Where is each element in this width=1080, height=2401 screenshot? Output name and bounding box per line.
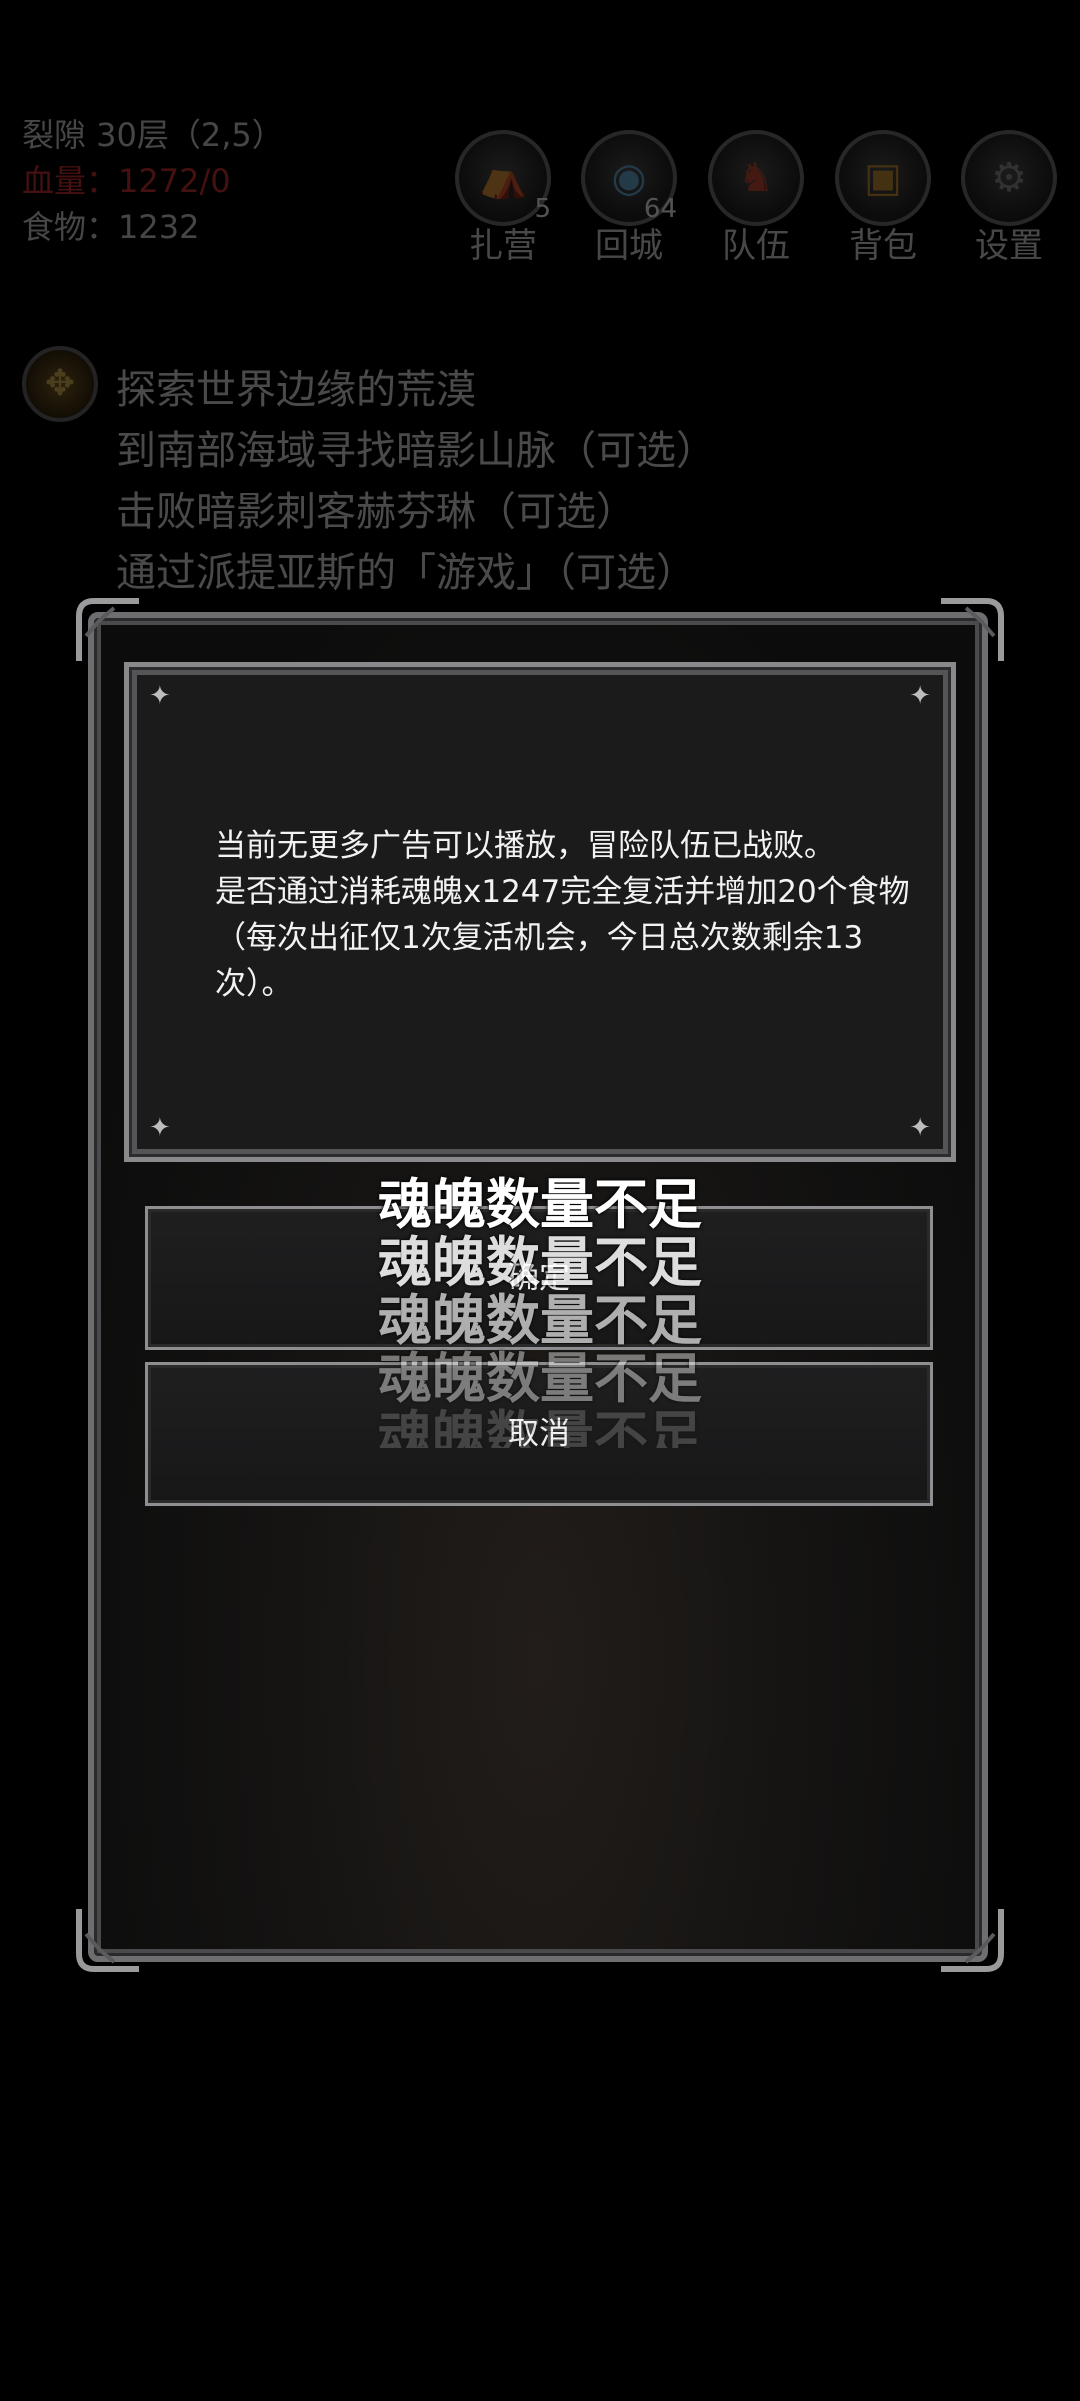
quest-list: 探索世界边缘的荒漠 到南部海域寻找暗影山脉（可选） 击败暗影刺客赫芬琳（可选） …: [116, 360, 716, 604]
frame-ornament: [941, 1909, 1004, 1972]
player-stats: 裂隙 30层（2,5） 血量：1272/0 食物：1232: [22, 112, 284, 250]
return-town-icon: ◉ 64: [581, 130, 677, 226]
nav-team-button[interactable]: ♞ 队伍: [701, 130, 811, 267]
nav-settings-button[interactable]: ⚙ 设置: [954, 130, 1064, 267]
location-label: 裂隙 30层（2,5）: [22, 116, 284, 154]
cancel-button[interactable]: 取消: [145, 1362, 933, 1506]
confirm-button[interactable]: 确定: [145, 1206, 933, 1350]
compass-icon: ✥: [22, 346, 98, 422]
quest-item: 通过派提亚斯的「游戏」（可选）: [116, 550, 696, 596]
message-line-2: 是否通过消耗魂魄x1247完全复活并增加20个食物（每次出征仅1次复活机会，今日…: [215, 874, 910, 1002]
sparkle-icon: ✦: [909, 681, 931, 711]
dialog-message: 当前无更多广告可以播放，冒险队伍已战败。 是否通过消耗魂魄x1247完全复活并增…: [179, 823, 915, 1007]
camp-badge: 5: [534, 194, 551, 224]
nav-return-button[interactable]: ◉ 64 回城: [574, 130, 684, 267]
nav-backpack-button[interactable]: ▣ 背包: [828, 130, 938, 267]
nav-camp-button[interactable]: ⛺ 5 扎营: [448, 130, 558, 267]
team-icon: ♞: [708, 130, 804, 226]
camp-icon: ⛺ 5: [455, 130, 551, 226]
return-badge: 64: [643, 194, 677, 224]
sparkle-icon: ✦: [909, 1113, 931, 1143]
gear-icon: ⚙: [961, 130, 1057, 226]
background-hud: 裂隙 30层（2,5） 血量：1272/0 食物：1232 ⛺ 5 扎营 ◉ 6…: [0, 0, 1080, 620]
sparkle-icon: ✦: [149, 681, 171, 711]
frame-ornament: [76, 1909, 139, 1972]
food-label: 食物：1232: [22, 208, 200, 246]
hp-label: 血量：1272/0: [22, 162, 231, 200]
quest-item: 到南部海域寻找暗影山脉（可选）: [116, 428, 716, 474]
backpack-icon: ▣: [835, 130, 931, 226]
sparkle-icon: ✦: [149, 1113, 171, 1143]
quest-item: 探索世界边缘的荒漠: [116, 367, 476, 413]
frame-ornament: [941, 598, 1004, 661]
quest-item: 击败暗影刺客赫芬琳（可选）: [116, 489, 636, 535]
message-panel: ✦ ✦ ✦ ✦ 当前无更多广告可以播放，冒险队伍已战败。 是否通过消耗魂魄x12…: [124, 662, 956, 1162]
frame-ornament: [76, 598, 139, 661]
message-line-1: 当前无更多广告可以播放，冒险队伍已战败。: [215, 828, 835, 864]
